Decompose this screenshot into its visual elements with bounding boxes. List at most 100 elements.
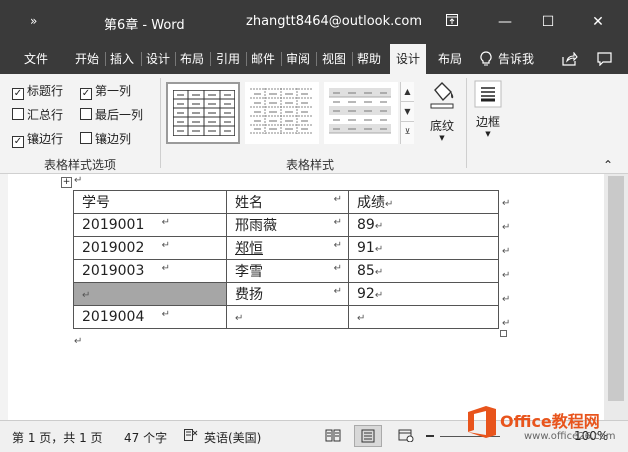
web-layout-icon[interactable] xyxy=(398,429,414,445)
shading-label: 底纹 xyxy=(429,119,454,133)
row-end-mark: ↵ xyxy=(502,198,511,209)
table-cell[interactable]: 2019001 ↵ xyxy=(73,213,227,237)
checkbox-empty-icon xyxy=(80,108,92,120)
comment-icon[interactable] xyxy=(597,44,612,74)
table-style-grid-dark[interactable] xyxy=(166,82,240,144)
read-mode-icon[interactable] xyxy=(325,429,341,445)
table-cell[interactable]: 2019004 ↵ xyxy=(73,305,227,329)
cell-end-mark: ↵ xyxy=(161,263,170,274)
word-count[interactable]: 47 个字 xyxy=(124,429,167,446)
paint-bucket-icon xyxy=(430,82,454,109)
document-title: 第6章 - Word xyxy=(104,18,185,33)
tell-me-search[interactable]: 告诉我 xyxy=(494,44,538,74)
table-row: 2019003 ↵ 李雪 ↵ 85↵ xyxy=(73,259,499,283)
close-button[interactable]: ✕ xyxy=(583,10,613,34)
table-cell[interactable]: 91↵ xyxy=(348,236,499,260)
total-row-checkbox[interactable]: 汇总行 xyxy=(12,106,63,124)
maximize-button[interactable]: ☐ xyxy=(533,10,563,34)
table-cell[interactable]: ↵ xyxy=(348,305,499,329)
cell-end-mark: ↵ xyxy=(333,194,342,205)
table-cell[interactable]: 李雪 ↵ xyxy=(226,259,349,283)
left-margin xyxy=(0,174,8,420)
row-end-mark: ↵ xyxy=(502,222,511,233)
tab-home[interactable]: 开始 xyxy=(71,44,103,74)
tab-help[interactable]: 帮助 xyxy=(353,44,385,74)
gallery-scroll-down-icon[interactable]: ▼ xyxy=(401,102,414,122)
table-row: 2019002 ↵ 郑恒 ↵ 91↵ xyxy=(73,236,499,260)
table-cell[interactable]: 邢雨薇 ↵ xyxy=(226,213,349,237)
vertical-scrollbar[interactable] xyxy=(604,174,628,420)
tab-review[interactable]: 审阅 xyxy=(282,44,314,74)
proofing-icon[interactable] xyxy=(184,429,198,445)
tab-references[interactable]: 引用 xyxy=(212,44,244,74)
ribbon-tabs: 文件 开始 插入 设计 布局 引用 邮件 审阅 视图 帮助 设计 布局 告诉我 xyxy=(0,44,628,74)
table-cell[interactable]: 成绩↵ xyxy=(348,190,499,214)
table-cell[interactable]: 2019002 ↵ xyxy=(73,236,227,260)
banded-columns-checkbox[interactable]: 镶边列 xyxy=(80,130,131,148)
tab-design[interactable]: 设计 xyxy=(142,44,174,74)
gallery-scroll-up-icon[interactable]: ▲ xyxy=(401,82,414,102)
page-count[interactable]: 第 1 页，共 1 页 xyxy=(12,429,103,446)
collapse-ribbon-icon[interactable]: ⌃ xyxy=(603,158,613,172)
minimize-button[interactable]: — xyxy=(490,10,520,34)
table-style-shaded-grey[interactable] xyxy=(324,82,398,144)
table-move-handle-icon[interactable]: + xyxy=(61,177,72,188)
title-bar: » 第6章 - Word zhangtt8464@outlook.com — ☐… xyxy=(0,0,628,44)
zoom-out-icon[interactable] xyxy=(426,435,434,437)
styles-gallery-scroll: ▲ ▼ ⊻ xyxy=(400,82,414,144)
row-end-mark: ↵ xyxy=(502,294,511,305)
table-cell[interactable]: 92↵ xyxy=(348,282,499,306)
table-cell[interactable]: 郑恒 ↵ xyxy=(226,236,349,260)
tab-insert[interactable]: 插入 xyxy=(106,44,138,74)
header-row-checkbox[interactable]: ✓ 标题行 xyxy=(12,82,63,100)
watermark-brand: Office教程网 xyxy=(500,412,600,431)
table-cell[interactable]: 学号 xyxy=(73,190,227,214)
banded-rows-checkbox[interactable]: ✓ 镶边行 xyxy=(12,130,63,148)
table-cell[interactable]: 2019003 ↵ xyxy=(73,259,227,283)
language-indicator[interactable]: 英语(美国) xyxy=(204,429,261,446)
table-style-plain-light[interactable] xyxy=(245,82,319,144)
table-cell[interactable]: 姓名 ↵ xyxy=(226,190,349,214)
tab-separator xyxy=(210,52,211,66)
paragraph-mark: ↵ xyxy=(74,336,83,347)
office-logo-icon xyxy=(468,406,496,438)
table-styles-group-label: 表格样式 xyxy=(286,158,335,172)
first-column-checkbox[interactable]: ✓ 第一列 xyxy=(80,82,131,100)
site-watermark: Office教程网 www.office26.com xyxy=(462,400,628,452)
table-cell[interactable]: 89↵ xyxy=(348,213,499,237)
table-style-thumbnail-icon xyxy=(329,88,391,134)
tab-view[interactable]: 视图 xyxy=(318,44,350,74)
shading-button[interactable]: 底纹 ▼ xyxy=(422,80,462,142)
cell-end-mark: ↵ xyxy=(161,309,170,320)
print-layout-icon[interactable] xyxy=(354,425,382,447)
gallery-more-icon[interactable]: ⊻ xyxy=(401,122,414,142)
cell-end-mark: ↵ xyxy=(333,217,342,228)
selected-table-cell[interactable]: ↵ xyxy=(73,282,227,306)
account-name[interactable]: zhangtt8464@outlook.com xyxy=(246,14,422,29)
quick-access-toolbar-button[interactable]: » xyxy=(30,14,37,28)
cell-end-mark: ↵ xyxy=(374,290,384,301)
tab-table-layout[interactable]: 布局 xyxy=(434,44,466,74)
data-table: 学号 姓名 ↵ 成绩↵ 2019001 ↵ 邢雨薇 ↵ 89↵ 2019002 ↵ 郑恒… xyxy=(73,190,499,329)
table-style-options-group-label: 表格样式选项 xyxy=(44,158,117,172)
lightbulb-icon[interactable] xyxy=(480,44,492,74)
checkbox-empty-icon xyxy=(12,108,24,120)
table-row: 2019001 ↵ 邢雨薇 ↵ 89↵ xyxy=(73,213,499,237)
table-style-thumbnail-icon xyxy=(173,90,235,136)
table-cell[interactable]: 85↵ xyxy=(348,259,499,283)
last-column-checkbox[interactable]: 最后一列 xyxy=(80,106,143,124)
scrollbar-thumb[interactable] xyxy=(608,176,624,401)
tab-mailings[interactable]: 邮件 xyxy=(247,44,279,74)
borders-button[interactable]: 边框 ▼ xyxy=(468,80,508,138)
share-icon[interactable] xyxy=(562,44,578,74)
table-style-thumbnail-icon xyxy=(250,88,312,134)
tab-file[interactable]: 文件 xyxy=(20,44,52,74)
ribbon-display-options-button[interactable] xyxy=(437,10,467,34)
tab-layout[interactable]: 布局 xyxy=(176,44,208,74)
table-cell[interactable]: ↵ xyxy=(226,305,349,329)
table-styles-gallery xyxy=(166,82,398,144)
tab-table-design[interactable]: 设计 xyxy=(390,44,427,74)
cell-end-mark: ↵ xyxy=(374,244,384,255)
table-resize-handle[interactable] xyxy=(500,330,507,337)
table-cell[interactable]: 费扬 ↵ xyxy=(226,282,349,306)
